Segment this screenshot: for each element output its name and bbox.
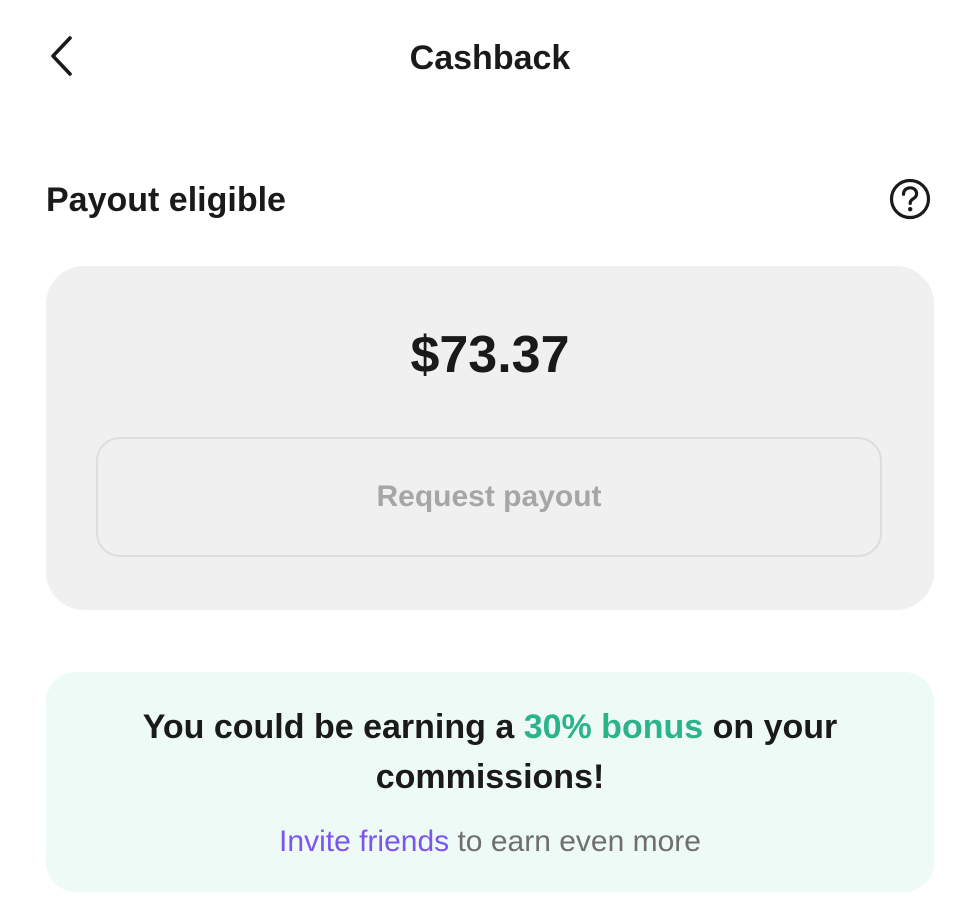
header: Cashback: [0, 0, 980, 116]
invite-line: Invite friends to earn even more: [46, 820, 934, 864]
payout-amount: $73.37: [410, 326, 570, 384]
promo-text-before: You could be earning a: [142, 708, 524, 746]
help-button[interactable]: [888, 177, 932, 221]
bonus-promo-card: You could be earning a 30% bonus on your…: [46, 672, 934, 892]
invite-friends-link[interactable]: Invite friends: [279, 825, 449, 858]
payout-card: $73.37 Request payout: [46, 266, 934, 610]
payout-section-header: Payout eligible: [46, 172, 934, 228]
cashback-screen: Cashback Payout eligible $73.37 Request …: [0, 0, 980, 910]
promo-message: You could be earning a 30% bonus on your…: [106, 702, 874, 802]
section-title: Payout eligible: [46, 181, 286, 219]
page-title: Cashback: [409, 39, 571, 77]
invite-suffix: to earn even more: [449, 825, 701, 858]
question-circle-icon: [889, 178, 931, 220]
bonus-highlight: 30% bonus: [523, 708, 704, 746]
request-payout-button[interactable]: Request payout: [96, 437, 882, 557]
